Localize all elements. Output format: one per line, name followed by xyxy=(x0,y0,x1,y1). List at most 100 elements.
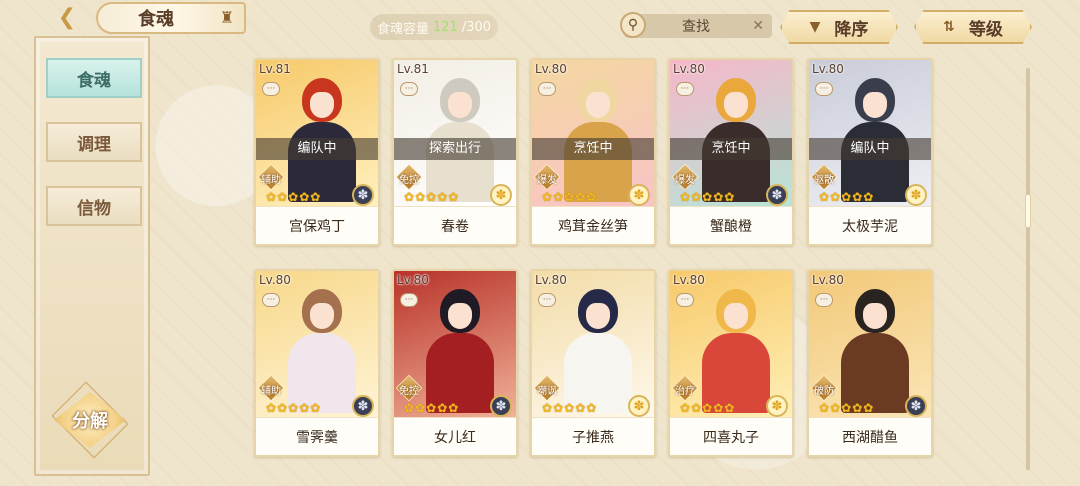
tab-tokens[interactable]: 信物 xyxy=(46,186,142,226)
back-button[interactable]: ❮ xyxy=(46,2,88,32)
star-rating: ✿ ✿ ✿ ✿ ✿ xyxy=(542,401,596,415)
role-badge-label: 破防 xyxy=(814,386,834,397)
capacity-current: 121 xyxy=(432,19,458,35)
star-icon: ✿ xyxy=(691,190,702,204)
page-title-text: 食魂 xyxy=(138,9,174,30)
star-rating: ✿ ✿ ✿ ✿ ✿ xyxy=(404,190,458,204)
speech-bubble-icon[interactable]: ··· xyxy=(538,293,556,307)
role-badge-label: 免控 xyxy=(399,175,419,186)
sort-field-label: 等级 xyxy=(968,19,1003,40)
scrollbar-track[interactable] xyxy=(1026,68,1030,470)
sort-field-button[interactable]: ⇅ 等级 xyxy=(914,10,1032,44)
star-icon: ✿ xyxy=(863,190,874,204)
food-soul-card[interactable]: Lv.80 ··· 嘲讽 ✿ ✿ ✿ ✿ ✿ ✽ 子推燕 xyxy=(530,269,656,457)
food-soul-card[interactable]: Lv.80 ··· 免控 ✿ ✿ ✿ ✿ ✿ ✽ 女儿红 xyxy=(392,269,518,457)
role-badge-label: 免控 xyxy=(399,386,419,397)
level-label: Lv.80 xyxy=(673,62,705,76)
role-badge-label: 驱散 xyxy=(814,175,834,186)
role-badge-label: 爆发 xyxy=(675,175,695,186)
sort-order-label: 降序 xyxy=(834,19,869,40)
star-icon: ✿ xyxy=(863,401,874,415)
magnifier-icon: ⚲ xyxy=(620,12,646,38)
food-soul-card[interactable]: Lv.80 ··· 烹饪中 爆发 ✿ ✿ ✿ ✿ ✿ ✽ 蟹酿橙 xyxy=(668,58,794,246)
star-rating: ✿ ✿ ✿ ✿ ✿ xyxy=(819,190,873,204)
star-icon: ✿ xyxy=(553,401,564,415)
star-icon: ✿ xyxy=(266,401,277,415)
star-icon: ✿ xyxy=(310,401,321,415)
star-icon: ✿ xyxy=(586,190,597,204)
star-icon: ✿ xyxy=(277,190,288,204)
character-name: 西湖醋鱼 xyxy=(809,417,931,455)
status-banner: 探索出行 xyxy=(394,138,516,160)
search-input[interactable]: 查找 xyxy=(682,16,752,36)
food-soul-card[interactable]: Lv.80 ··· 烹饪中 爆发 ✿ ✿ ✿ ✿ ✿ ✽ 鸡茸金丝笋 xyxy=(530,58,656,246)
star-icon: ✿ xyxy=(724,190,735,204)
speech-bubble-icon[interactable]: ··· xyxy=(400,293,418,307)
role-badge-label: 嘲讽 xyxy=(537,386,557,397)
character-name: 宫保鸡丁 xyxy=(256,206,378,244)
character-figure xyxy=(837,72,909,202)
role-badge-label: 辅助 xyxy=(261,386,281,397)
star-icon: ✿ xyxy=(564,401,575,415)
star-icon: ✿ xyxy=(288,190,299,204)
level-label: Lv.80 xyxy=(397,273,429,287)
speech-bubble-icon[interactable]: ··· xyxy=(538,82,556,96)
tab-food-souls[interactable]: 食魂 xyxy=(46,58,142,98)
close-icon[interactable]: ✕ xyxy=(752,18,764,34)
star-icon: ✿ xyxy=(299,401,310,415)
character-name: 女儿红 xyxy=(394,417,516,455)
level-label: Lv.80 xyxy=(812,273,844,287)
tab-label: 食魂 xyxy=(77,70,111,91)
star-icon: ✿ xyxy=(691,401,702,415)
crown-icon: ♜ xyxy=(219,8,235,27)
gold-flower-icon: ✽ xyxy=(905,184,927,206)
star-icon: ✿ xyxy=(702,190,713,204)
speech-bubble-icon[interactable]: ··· xyxy=(676,293,694,307)
character-name: 春卷 xyxy=(394,206,516,244)
level-label: Lv.81 xyxy=(259,62,291,76)
star-icon: ✿ xyxy=(448,401,459,415)
character-figure xyxy=(698,283,770,413)
decompose-label: 分解 xyxy=(72,411,108,432)
character-name: 鸡茸金丝笋 xyxy=(532,206,654,244)
star-icon: ✿ xyxy=(575,401,586,415)
role-badge-label: 辅助 xyxy=(261,175,281,186)
speech-bubble-icon[interactable]: ··· xyxy=(815,82,833,96)
role-badge-label: 治疗 xyxy=(675,386,695,397)
food-soul-card[interactable]: Lv.81 ··· 编队中 辅助 ✿ ✿ ✿ ✿ ✿ ✽ 宫保鸡丁 xyxy=(254,58,380,246)
star-icon: ✿ xyxy=(841,190,852,204)
food-soul-card[interactable]: Lv.81 ··· 探索出行 免控 ✿ ✿ ✿ ✿ ✿ ✽ 春卷 xyxy=(392,58,518,246)
dark-flower-icon: ✽ xyxy=(352,184,374,206)
food-soul-card[interactable]: Lv.80 ··· 编队中 驱散 ✿ ✿ ✿ ✿ ✿ ✽ 太极芋泥 xyxy=(807,58,933,246)
food-soul-card[interactable]: Lv.80 ··· 治疗 ✿ ✿ ✿ ✿ ✿ ✽ 四喜丸子 xyxy=(668,269,794,457)
star-rating: ✿ ✿ ✿ ✿ ✿ xyxy=(266,401,320,415)
search-box[interactable]: ⚲ 查找 ✕ xyxy=(620,12,772,38)
speech-bubble-icon[interactable]: ··· xyxy=(676,82,694,96)
star-icon: ✿ xyxy=(575,190,586,204)
tab-conditioning[interactable]: 调理 xyxy=(46,122,142,162)
character-figure xyxy=(284,283,356,413)
star-rating: ✿ ✿ ✿ ✿ ✿ xyxy=(680,190,734,204)
speech-bubble-icon[interactable]: ··· xyxy=(400,82,418,96)
status-banner: 烹饪中 xyxy=(670,138,792,160)
star-icon: ✿ xyxy=(437,190,448,204)
scrollbar-thumb[interactable] xyxy=(1025,194,1031,228)
food-soul-card[interactable]: Lv.80 ··· 破防 ✿ ✿ ✿ ✿ ✿ ✽ 西湖醋鱼 xyxy=(807,269,933,457)
star-icon: ✿ xyxy=(426,401,437,415)
speech-bubble-icon[interactable]: ··· xyxy=(815,293,833,307)
tab-label: 调理 xyxy=(77,134,111,155)
star-icon: ✿ xyxy=(404,190,415,204)
star-icon: ✿ xyxy=(437,401,448,415)
level-label: Lv.80 xyxy=(535,273,567,287)
star-icon: ✿ xyxy=(852,401,863,415)
capacity-label: 食魂容量 xyxy=(376,21,429,37)
star-icon: ✿ xyxy=(702,401,713,415)
speech-bubble-icon[interactable]: ··· xyxy=(262,82,280,96)
food-soul-card[interactable]: Lv.80 ··· 辅助 ✿ ✿ ✿ ✿ ✿ ✽ 雪霁羹 xyxy=(254,269,380,457)
character-figure xyxy=(284,72,356,202)
sort-order-button[interactable]: ▼ 降序 xyxy=(780,10,898,44)
character-name: 四喜丸子 xyxy=(670,417,792,455)
character-figure xyxy=(560,283,632,413)
speech-bubble-icon[interactable]: ··· xyxy=(262,293,280,307)
star-icon: ✿ xyxy=(724,401,735,415)
